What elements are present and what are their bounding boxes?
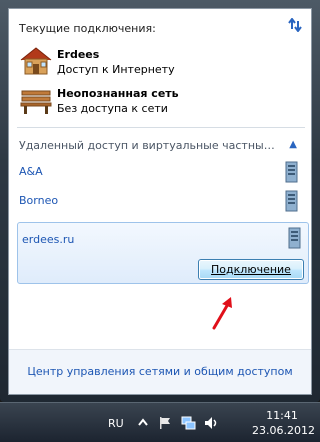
network-icon[interactable]	[180, 415, 196, 431]
taskbar: RU 11:41 23.06.2012	[0, 402, 320, 442]
current-connections-title: Текущие подключения:	[19, 22, 156, 35]
red-arrow-annotation	[209, 292, 239, 332]
network-flyout-panel: Текущие подключения: Erdees Доступ к Инт…	[8, 8, 312, 395]
chevron-up-icon[interactable]: ▲	[289, 139, 297, 150]
flag-icon[interactable]	[157, 415, 173, 431]
vpn-item-label: erdees.ru	[22, 233, 75, 246]
vpn-server-icon	[286, 227, 302, 249]
vpn-server-icon	[283, 161, 299, 183]
connect-button-label: Подключение	[211, 263, 291, 276]
vpn-item-borneo[interactable]: Borneo	[19, 190, 307, 212]
clock-date: 23.06.2012	[252, 424, 315, 437]
volume-icon[interactable]	[203, 415, 219, 431]
vpn-section-title: Удаленный доступ и виртуальные частные с…	[19, 139, 281, 152]
vpn-item-aa[interactable]: A&A	[19, 161, 307, 183]
vpn-item-erdees-selected[interactable]: erdees.ru Подключение	[17, 222, 309, 284]
refresh-icon[interactable]	[287, 17, 303, 33]
connection-status: Без доступа к сети	[57, 102, 168, 115]
house-network-icon	[19, 46, 53, 76]
clock-time: 11:41	[266, 409, 298, 422]
network-sharing-center-link[interactable]: Центр управления сетями и общим доступом	[27, 365, 292, 378]
vpn-server-icon	[283, 190, 299, 212]
network-flyout-frame: Текущие подключения: Erdees Доступ к Инт…	[0, 0, 320, 402]
vpn-item-label: Borneo	[19, 194, 59, 207]
connection-status: Доступ к Интернету	[57, 63, 175, 76]
connection-name: Erdees	[57, 48, 100, 61]
vpn-item-label: A&A	[19, 165, 43, 178]
bench-network-icon	[19, 85, 53, 115]
vpn-section-header[interactable]: Удаленный доступ и виртуальные частные с…	[19, 139, 305, 157]
connection-unidentified: Неопознанная сеть Без доступа к сети	[19, 85, 299, 117]
footer: Центр управления сетями и общим доступом	[9, 350, 311, 394]
clock[interactable]: 11:41 23.06.2012	[252, 408, 315, 438]
connection-name: Неопознанная сеть	[57, 87, 179, 100]
show-hidden-icons-icon[interactable]	[135, 415, 151, 431]
language-indicator[interactable]: RU	[108, 417, 124, 430]
connection-erdees: Erdees Доступ к Интернету	[19, 46, 299, 78]
section-divider	[17, 127, 305, 128]
connect-button[interactable]: Подключение	[198, 259, 304, 280]
